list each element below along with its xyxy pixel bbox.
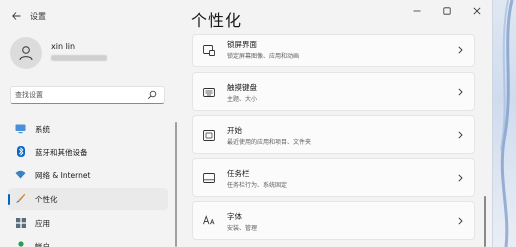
maximize-button[interactable] [432, 1, 462, 21]
back-button[interactable] [9, 9, 23, 23]
card-fonts[interactable]: 字体 安装、管理 [192, 201, 475, 240]
account-icon [15, 240, 26, 247]
sidebar-item-label: 系统 [35, 125, 50, 134]
brush-icon [15, 193, 26, 204]
sidebar-item-label: 网络 & Internet [35, 171, 91, 180]
taskbar-icon [203, 172, 215, 184]
card-title: 开始 [227, 126, 242, 135]
minimize-button[interactable] [402, 1, 432, 21]
sidebar-item-network[interactable]: 网络 & Internet [8, 164, 168, 186]
close-button[interactable] [462, 1, 492, 21]
back-arrow-icon [11, 12, 20, 20]
main-scrollbar[interactable] [484, 196, 486, 247]
start-icon [203, 129, 215, 141]
app-title: 设置 [30, 12, 46, 21]
page-title: 个性化 [191, 11, 243, 30]
card-description: 最近使用的应用和项目、文件夹 [227, 139, 312, 146]
sidebar-item-personalization[interactable]: 个性化 [8, 188, 168, 210]
card-title: 锁屏界面 [227, 40, 257, 49]
card-start[interactable]: 开始 最近使用的应用和项目、文件夹 [192, 115, 475, 154]
font-icon [203, 214, 215, 226]
desktop-swirl-graphic [500, 0, 514, 247]
user-name: xin lin [51, 42, 76, 51]
keyboard-icon [203, 86, 215, 98]
lock-screen-icon [203, 44, 215, 56]
card-description: 任务栏行为、系统固定 [227, 182, 288, 189]
active-indicator [8, 194, 10, 205]
card-taskbar[interactable]: 任务栏 任务栏行为、系统固定 [192, 158, 475, 197]
card-description: 主题、大小 [227, 96, 258, 103]
sidebar-scrollbar[interactable] [175, 122, 177, 247]
sidebar-item-system[interactable]: 系统 [8, 118, 168, 140]
user-email-blurred [51, 55, 107, 61]
card-title: 触摸键盘 [227, 83, 257, 92]
minimize-icon [413, 10, 421, 12]
sidebar-item-label: 帐户 [35, 242, 50, 247]
search-box[interactable] [10, 86, 165, 104]
bluetooth-icon [15, 146, 26, 157]
close-icon [473, 7, 481, 15]
avatar[interactable] [10, 37, 42, 69]
card-title: 任务栏 [227, 169, 250, 178]
sidebar-item-bluetooth[interactable]: 蓝牙和其他设备 [8, 141, 168, 163]
person-icon [19, 46, 33, 61]
wifi-icon [15, 169, 26, 180]
maximize-icon [443, 7, 451, 15]
sidebar-item-label: 蓝牙和其他设备 [35, 148, 88, 157]
search-input[interactable] [15, 88, 145, 102]
apps-icon [15, 217, 26, 228]
card-touch-keyboard[interactable]: 触摸键盘 主题、大小 [192, 72, 475, 111]
window-controls [402, 1, 492, 21]
search-icon[interactable] [147, 90, 157, 100]
monitor-icon [15, 123, 26, 134]
sidebar-item-label: 应用 [35, 219, 50, 228]
chevron-right-icon [456, 216, 464, 226]
card-lock-screen[interactable]: 锁屏界面 锁定屏幕图像、应用和动画 [192, 34, 475, 67]
chevron-right-icon [456, 173, 464, 183]
chevron-right-icon [456, 130, 464, 140]
card-title: 字体 [227, 212, 242, 221]
settings-window: 设置 xin lin 系统 [0, 0, 516, 247]
chevron-right-icon [456, 45, 464, 55]
chevron-right-icon [456, 87, 464, 97]
sidebar-item-label: 个性化 [35, 195, 58, 204]
sidebar-item-accounts[interactable]: 帐户 [8, 235, 168, 247]
desktop-background [492, 0, 516, 247]
window-edge [492, 0, 493, 247]
card-description: 安装、管理 [227, 225, 258, 232]
card-description: 锁定屏幕图像、应用和动画 [227, 53, 300, 60]
sidebar-item-apps[interactable]: 应用 [8, 212, 168, 234]
